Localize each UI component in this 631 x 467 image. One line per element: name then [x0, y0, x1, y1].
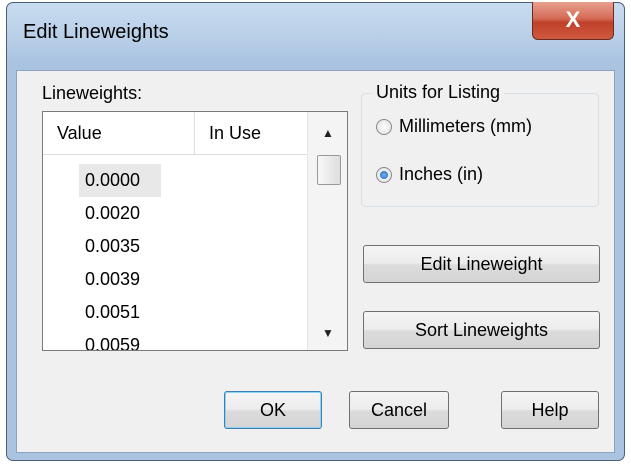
list-item[interactable]: 0.0035: [79, 230, 161, 263]
lineweights-list[interactable]: Value In Use 0.0000 0.0020 0.0035 0.0039…: [42, 111, 348, 351]
radio-label: Millimeters (mm): [399, 116, 532, 136]
column-header-in-use[interactable]: In Use: [195, 112, 307, 154]
window-title: Edit Lineweights: [23, 21, 169, 43]
title-bar[interactable]: Edit Lineweights X: [7, 2, 624, 63]
edit-lineweight-button[interactable]: Edit Lineweight: [363, 245, 600, 283]
cancel-button[interactable]: Cancel: [349, 391, 449, 429]
scroll-thumb[interactable]: [317, 155, 341, 185]
scroll-up-arrow-icon[interactable]: ▲: [308, 118, 347, 148]
close-button[interactable]: X: [532, 2, 614, 40]
list-header: Value In Use: [43, 112, 307, 155]
list-item[interactable]: 0.0000: [79, 164, 161, 197]
scroll-down-arrow-icon[interactable]: ▼: [308, 318, 347, 348]
list-item[interactable]: 0.0039: [79, 263, 161, 296]
vertical-scrollbar[interactable]: ▲ ▼: [307, 112, 347, 350]
column-header-value[interactable]: Value: [43, 112, 195, 154]
radio-millimeters[interactable]: Millimeters (mm): [376, 116, 532, 137]
help-button[interactable]: Help: [501, 391, 599, 429]
radio-checked-icon[interactable]: [376, 166, 392, 183]
units-group-title: Units for Listing: [372, 82, 505, 103]
radio-label: Inches (in): [399, 164, 484, 184]
list-item[interactable]: 0.0020: [79, 197, 161, 230]
sort-lineweights-button[interactable]: Sort Lineweights: [363, 311, 600, 349]
lineweights-label: Lineweights:: [42, 83, 143, 103]
units-group: Units for Listing Millimeters (mm) Inche…: [361, 82, 599, 207]
ok-button[interactable]: OK: [224, 391, 322, 429]
close-icon: X: [565, 7, 581, 32]
list-item[interactable]: 0.0059: [79, 329, 161, 350]
list-rows: 0.0000 0.0020 0.0035 0.0039 0.0051 0.005…: [79, 164, 161, 350]
radio-circle-icon[interactable]: [376, 118, 392, 135]
dialog-window: Edit Lineweights X Lineweights: Value In…: [6, 2, 625, 461]
dialog-client-area: Lineweights: Value In Use 0.0000 0.0020 …: [16, 70, 615, 453]
radio-inches[interactable]: Inches (in): [376, 164, 483, 185]
list-item[interactable]: 0.0051: [79, 296, 161, 329]
